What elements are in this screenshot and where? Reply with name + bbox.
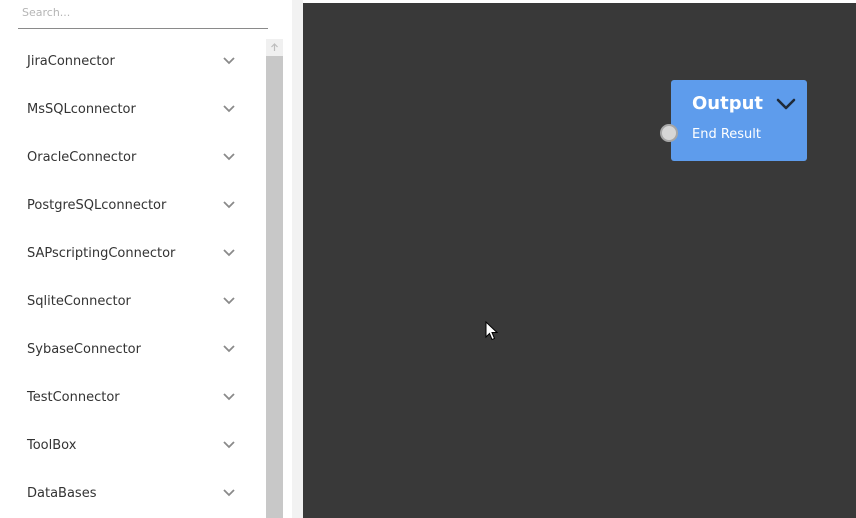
scroll-up-button[interactable] (266, 39, 283, 56)
app-window: JiraConnector MsSQLconnector OracleConne… (0, 0, 856, 518)
input-port-circle-icon[interactable] (660, 124, 678, 142)
chevron-down-icon[interactable] (222, 440, 236, 450)
connector-list: JiraConnector MsSQLconnector OracleConne… (0, 39, 266, 518)
list-item-toolbox[interactable]: ToolBox (0, 423, 266, 471)
chevron-down-icon[interactable] (222, 392, 236, 402)
list-item-label: ToolBox (27, 438, 77, 453)
chevron-down-icon[interactable] (222, 248, 236, 258)
chevron-down-icon[interactable] (775, 96, 797, 112)
output-node[interactable]: Output End Result (660, 80, 807, 161)
search-box (18, 0, 268, 29)
list-item-label: PostgreSQLconnector (27, 198, 167, 213)
chevron-down-icon[interactable] (222, 344, 236, 354)
list-item-sqlite-connector[interactable]: SqliteConnector (0, 279, 266, 327)
list-item-postgresql-connector[interactable]: PostgreSQLconnector (0, 183, 266, 231)
list-item-databases[interactable]: DataBases (0, 471, 266, 518)
chevron-down-icon[interactable] (222, 152, 236, 162)
list-item-label: OracleConnector (27, 150, 137, 165)
list-item-test-connector[interactable]: TestConnector (0, 375, 266, 423)
mouse-pointer-icon (485, 321, 499, 341)
list-item-oracle-connector[interactable]: OracleConnector (0, 135, 266, 183)
chevron-down-icon[interactable] (222, 56, 236, 66)
chevron-down-icon[interactable] (222, 488, 236, 498)
list-item-label: DataBases (27, 486, 97, 501)
list-item-label: SqliteConnector (27, 294, 131, 309)
list-item-label: MsSQLconnector (27, 102, 136, 117)
list-item-mssql-connector[interactable]: MsSQLconnector (0, 87, 266, 135)
flow-canvas[interactable]: Output End Result (303, 3, 856, 518)
scroll-thumb[interactable] (266, 56, 283, 518)
list-item-sapscripting-connector[interactable]: SAPscriptingConnector (0, 231, 266, 279)
chevron-down-icon[interactable] (222, 104, 236, 114)
node-library-panel: JiraConnector MsSQLconnector OracleConne… (0, 0, 290, 518)
list-item-label: SAPscriptingConnector (27, 246, 176, 261)
arrow-up-icon (271, 43, 278, 51)
list-item-label: SybaseConnector (27, 342, 141, 357)
node-port-label: End Result (692, 127, 762, 142)
list-scrollbar[interactable] (266, 39, 283, 518)
search-input[interactable] (18, 2, 268, 22)
list-item-sybase-connector[interactable]: SybaseConnector (0, 327, 266, 375)
chevron-down-icon[interactable] (222, 296, 236, 306)
panel-splitter[interactable] (292, 0, 303, 518)
list-item-jira-connector[interactable]: JiraConnector (0, 39, 266, 87)
node-title: Output (692, 93, 764, 114)
list-item-label: JiraConnector (27, 54, 115, 69)
list-item-label: TestConnector (27, 390, 120, 405)
chevron-down-icon[interactable] (222, 200, 236, 210)
